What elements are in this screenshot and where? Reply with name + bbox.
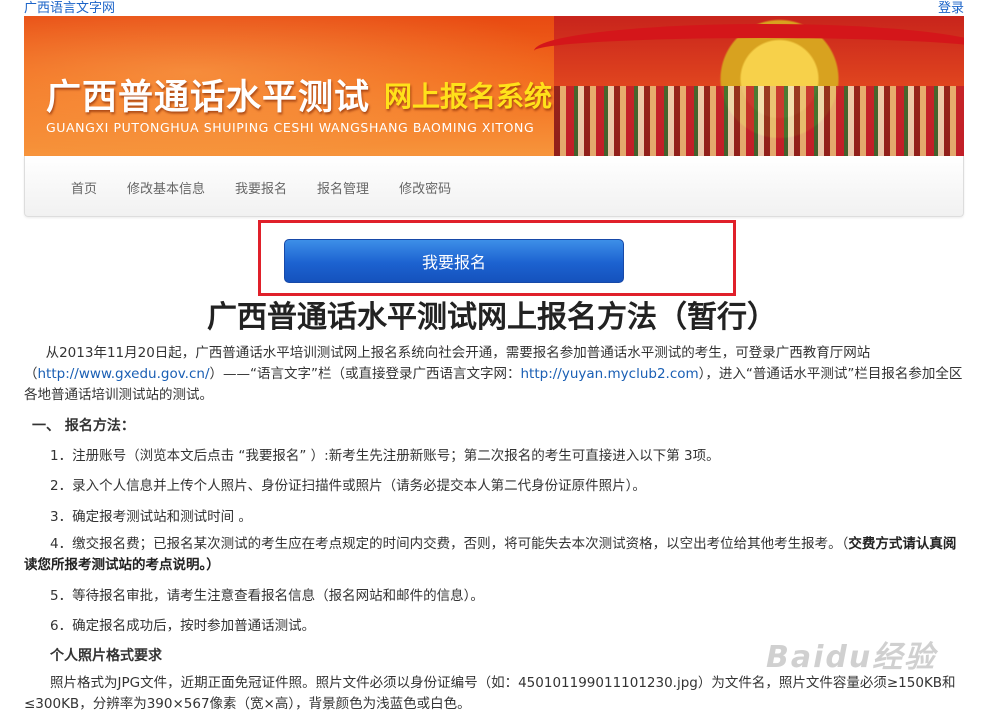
nav-item-manage[interactable]: 报名管理 [317,178,369,197]
step-3: 3．确定报考测试站和测试时间 。 [50,509,252,525]
banner-photo [534,16,964,156]
login-link[interactable]: 登录 [938,0,964,16]
main-nav: 首页 修改基本信息 我要报名 报名管理 修改密码 [24,156,964,217]
step-1: 1．注册账号（浏览本文后点击 “我要报名” ）:新考生先注册新账号；第二次报名的… [50,448,720,464]
section-heading: 一、 报名方法： [32,418,135,434]
photo-requirements-text: 照片格式为JPG文件，近期正面免冠证件照。照片文件必须以身份证编号（如：4501… [24,675,956,712]
signup-button[interactable]: 我要报名 [284,239,624,283]
nav-item-signup[interactable]: 我要报名 [235,178,287,197]
banner-pinyin: GUANGXI PUTONGHUA SHUIPING CESHI WANGSHA… [46,120,535,135]
step-6: 6．确定报名成功后，按时参加普通话测试。 [50,618,316,634]
step-4: 4．缴交报名费；已报名某次测试的考生应在考点规定的时间内交费，否则，将可能失去本… [24,534,964,576]
step-4-text: 4．缴交报名费；已报名某次测试的考生应在考点规定的时间内交费，否则，将可能失去本… [50,536,849,552]
site-link[interactable]: 广西语言文字网 [24,0,115,16]
intro-paragraph: 从2013年11月20日起，广西普通话水平培训测试网上报名系统向社会开通，需要报… [24,343,964,406]
yuyan-link[interactable]: http://yuyan.myclub2.com [521,366,699,382]
gxedu-link[interactable]: http://www.gxedu.gov.cn/ [38,366,210,382]
banner-subtitle: 网上报名系统 [384,80,553,113]
baidu-watermark: Baidu经验 [766,640,937,675]
article-title: 广西普通话水平测试网上报名方法（暂行） [207,300,777,335]
nav-item-edit-info[interactable]: 修改基本信息 [127,178,205,197]
photo-requirements-heading: 个人照片格式要求 [50,648,162,664]
step-2: 2．录入个人信息并上传个人照片、身份证扫描件或照片（请务必提交本人第二代身份证原… [50,478,646,494]
header-banner: 广西普通话水平测试 网上报名系统 GUANGXI PUTONGHUA SHUIP… [24,16,964,156]
banner-crowd [554,86,964,156]
nav-item-change-password[interactable]: 修改密码 [399,178,451,197]
intro-text-b: ）——“语言文字”栏（或直接登录广西语言文字网： [209,366,521,382]
banner-title: 广西普通话水平测试 [46,78,371,118]
step-5: 5．等待报名审批，请考生注意查看报名信息（报名网站和邮件的信息）。 [50,588,484,604]
banner-ribbon [534,24,964,78]
nav-item-home[interactable]: 首页 [71,178,97,197]
